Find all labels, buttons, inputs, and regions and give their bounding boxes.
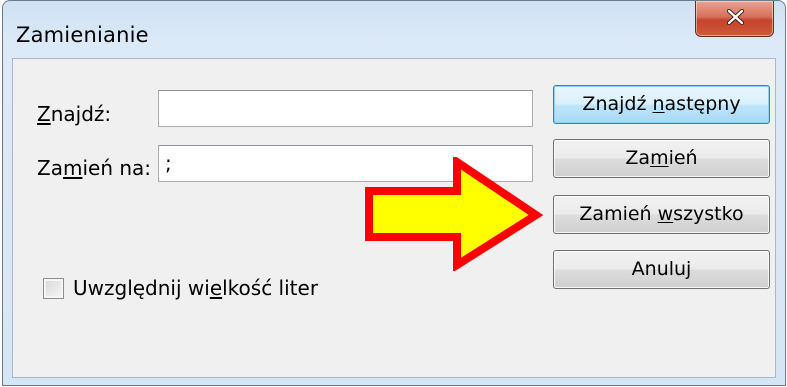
cancel-button[interactable]: Anuluj bbox=[553, 250, 770, 289]
match-case-checkbox[interactable] bbox=[43, 278, 64, 299]
find-next-button[interactable]: Znajdź następny bbox=[553, 85, 770, 124]
match-case-label[interactable]: Uwzględnij wielkość liter bbox=[73, 276, 318, 300]
find-label: Znajdź: bbox=[37, 102, 112, 126]
close-icon bbox=[727, 9, 744, 25]
replace-button[interactable]: Zamień bbox=[553, 139, 770, 178]
replace-all-button[interactable]: Zamień wszystko bbox=[553, 195, 770, 234]
title-bar[interactable]: Zamienianie bbox=[3, 1, 785, 59]
replace-label: Zamień na: bbox=[37, 156, 152, 180]
close-button[interactable] bbox=[695, 1, 774, 37]
window-title: Zamienianie bbox=[16, 23, 149, 47]
find-input[interactable] bbox=[158, 90, 533, 127]
yellow-arrow-icon bbox=[365, 157, 544, 271]
